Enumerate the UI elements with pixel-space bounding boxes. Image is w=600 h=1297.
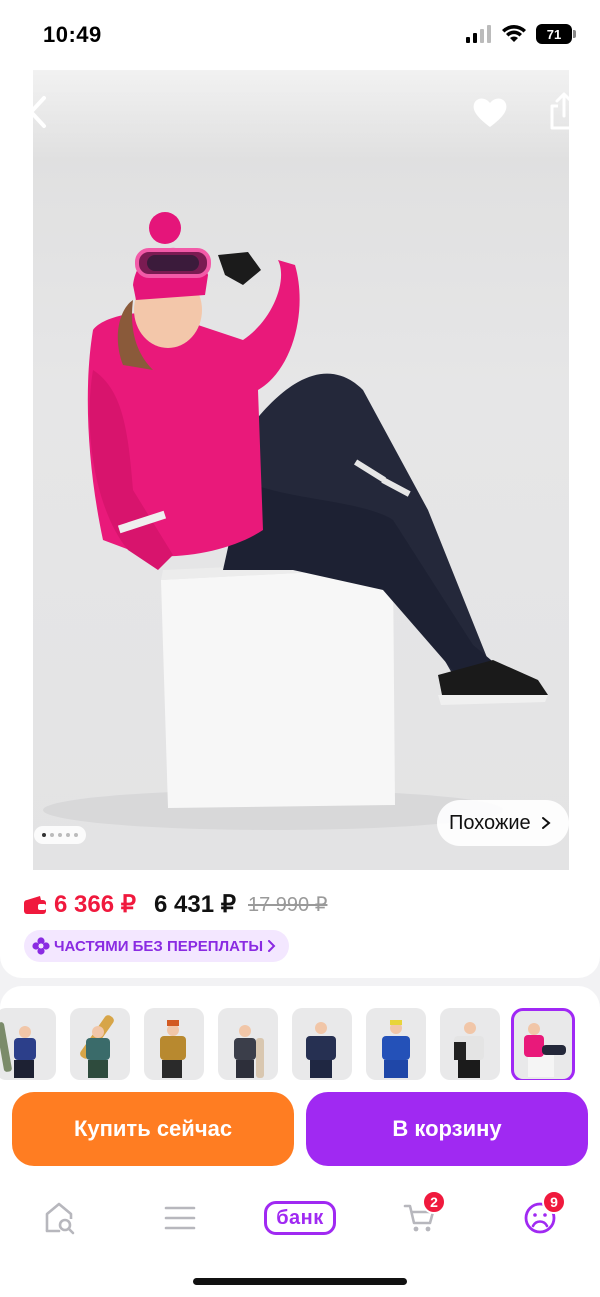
pagination-dot xyxy=(66,833,70,837)
variant-thumbnail[interactable] xyxy=(70,1008,130,1080)
nav-home-search[interactable] xyxy=(30,1194,90,1242)
pagination-dot xyxy=(74,833,78,837)
battery-level: 71 xyxy=(546,26,562,42)
cart-badge: 2 xyxy=(422,1190,446,1214)
price-card: 6 366 ₽ 6 431 ₽ 17 990 ₽ ЧАСТЯМИ БЕЗ ПЕР… xyxy=(0,870,600,978)
gallery-pagination xyxy=(34,826,86,844)
variant-thumbnail[interactable] xyxy=(292,1008,352,1080)
status-bar: 10:49 71 xyxy=(0,0,600,70)
nav-catalog[interactable] xyxy=(150,1194,210,1242)
installment-label: ЧАСТЯМИ БЕЗ ПЕРЕПЛАТЫ xyxy=(54,937,264,955)
variant-thumbnail[interactable] xyxy=(440,1008,500,1080)
old-price: 17 990 ₽ xyxy=(248,894,328,916)
product-page: 10:49 71 Похожие 6 366 ₽ 6 431 ₽ 17 990 … xyxy=(0,0,600,1297)
variant-thumbnail[interactable] xyxy=(0,1008,56,1080)
variant-thumbnail-selected[interactable] xyxy=(511,1008,575,1082)
share-button[interactable] xyxy=(544,90,584,132)
variant-thumbnail[interactable] xyxy=(366,1008,426,1080)
bottom-navigation: банк 2 9 xyxy=(0,1180,600,1297)
product-photo[interactable] xyxy=(33,70,569,870)
similar-button[interactable]: Похожие xyxy=(437,800,569,846)
cellular-signal-icon xyxy=(466,25,491,43)
add-to-cart-button[interactable]: В корзину xyxy=(306,1092,588,1166)
pagination-dot xyxy=(50,833,54,837)
status-time: 10:49 xyxy=(43,22,102,47)
variant-thumbnail[interactable] xyxy=(144,1008,204,1080)
bank-label: банк xyxy=(276,1206,324,1229)
buy-now-button[interactable]: Купить сейчас xyxy=(12,1092,294,1166)
nav-profile[interactable]: 9 xyxy=(510,1190,570,1242)
profile-badge: 9 xyxy=(542,1190,566,1214)
favorite-button[interactable] xyxy=(470,92,510,132)
nav-cart[interactable]: 2 xyxy=(390,1190,450,1242)
installment-flower-icon xyxy=(32,937,50,955)
current-price: 6 431 ₽ xyxy=(154,891,236,918)
variant-thumbnail[interactable] xyxy=(218,1008,278,1080)
action-bar: Купить сейчас В корзину xyxy=(0,1080,600,1180)
installment-badge[interactable]: ЧАСТЯМИ БЕЗ ПЕРЕПЛАТЫ xyxy=(24,930,290,962)
chevron-right-icon xyxy=(541,817,551,829)
status-icons: 71 xyxy=(466,24,576,44)
share-icon xyxy=(550,92,578,130)
similar-label: Похожие xyxy=(449,811,531,834)
heart-icon xyxy=(473,98,507,127)
nav-bank[interactable]: банк xyxy=(262,1194,338,1242)
chevron-left-icon xyxy=(29,96,46,128)
wallet-icon xyxy=(24,895,46,914)
battery-icon: 71 xyxy=(536,24,576,44)
pagination-dot xyxy=(58,833,62,837)
product-gallery[interactable]: Похожие xyxy=(0,70,600,870)
home-search-icon xyxy=(45,1202,75,1235)
chevron-right-icon xyxy=(268,940,276,952)
product-photo-illustration xyxy=(43,212,548,830)
back-button[interactable] xyxy=(20,92,56,132)
wallet-price: 6 366 ₽ xyxy=(54,891,136,918)
home-indicator xyxy=(193,1278,407,1285)
price-row: 6 366 ₽ 6 431 ₽ 17 990 ₽ xyxy=(24,890,327,919)
pagination-dot xyxy=(42,833,46,837)
wifi-icon xyxy=(502,25,526,42)
bank-icon: банк xyxy=(264,1201,336,1235)
catalog-menu-icon xyxy=(164,1206,196,1230)
